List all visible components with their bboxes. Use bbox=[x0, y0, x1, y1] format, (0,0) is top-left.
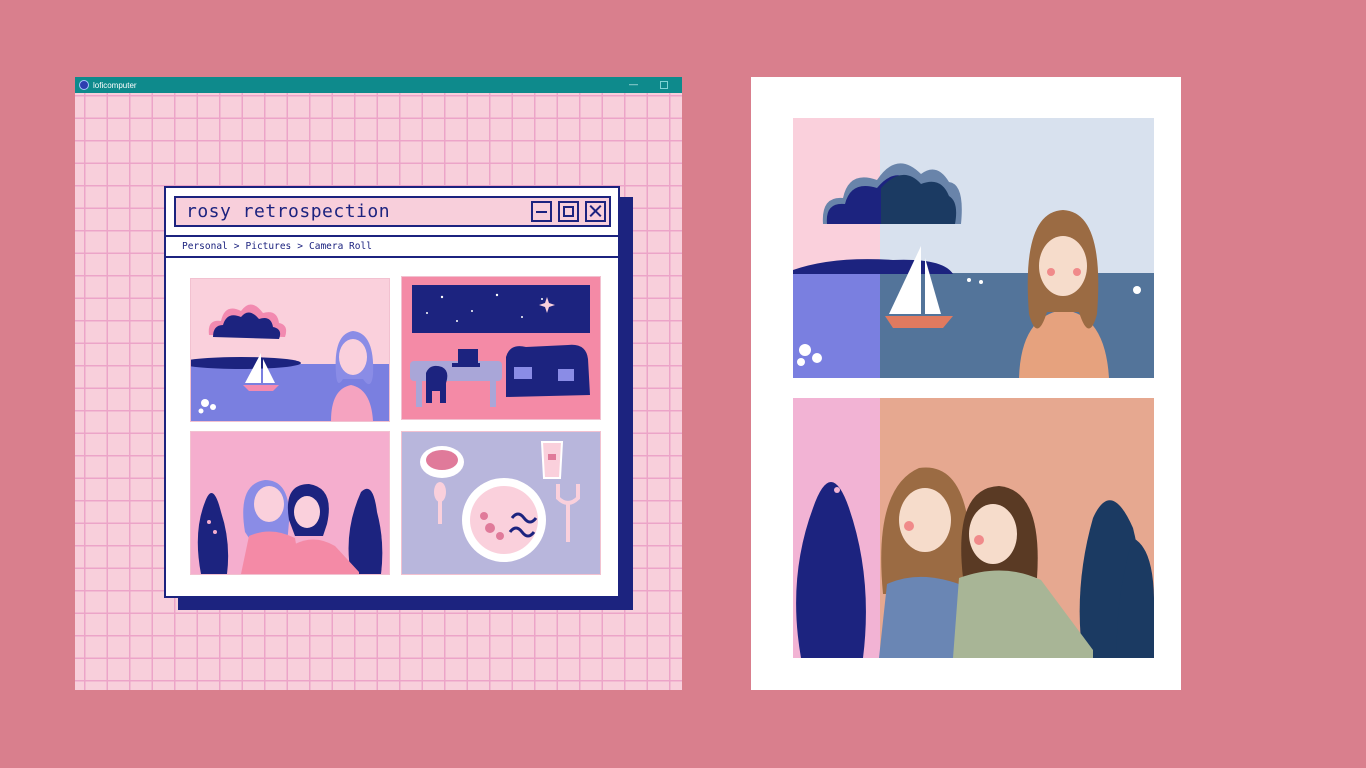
thumbnail-sailboat-woman[interactable] bbox=[191, 279, 389, 421]
sailboat-lake-woman-image bbox=[191, 279, 389, 421]
desktop-window: loficomputer — rosy retrospection Person… bbox=[75, 77, 682, 690]
retro-window: rosy retrospection Personal > Pictures >… bbox=[164, 186, 620, 598]
breadcrumb-camera-roll[interactable]: Camera Roll bbox=[309, 241, 372, 252]
photo-friends bbox=[793, 398, 1154, 658]
close-button[interactable] bbox=[585, 201, 606, 222]
maximize-button[interactable] bbox=[558, 201, 579, 222]
thumbnail-dinner[interactable] bbox=[402, 432, 600, 574]
os-maximize-button[interactable] bbox=[660, 81, 668, 89]
breadcrumb-separator: > bbox=[297, 241, 303, 252]
photo-sailboat bbox=[793, 118, 1154, 378]
os-minimize-button[interactable]: — bbox=[629, 79, 638, 89]
dinner-table-image bbox=[402, 432, 600, 574]
app-icon bbox=[79, 80, 89, 90]
retro-titlebar[interactable]: rosy retrospection bbox=[174, 196, 611, 227]
friends-hugging-photo bbox=[793, 398, 1154, 658]
os-titlebar[interactable]: loficomputer — bbox=[75, 77, 682, 93]
breadcrumb: Personal > Pictures > Camera Roll bbox=[182, 241, 372, 252]
night-sky-living-room-image bbox=[402, 277, 600, 419]
minimize-button[interactable] bbox=[531, 201, 552, 222]
breadcrumb-personal[interactable]: Personal bbox=[182, 241, 228, 252]
divider bbox=[166, 235, 618, 237]
friends-hugging-image bbox=[191, 432, 389, 574]
thumbnail-friends[interactable] bbox=[191, 432, 389, 574]
thumbnail-living-room[interactable] bbox=[402, 277, 600, 419]
photo-frame bbox=[751, 77, 1181, 690]
breadcrumb-separator: > bbox=[233, 241, 240, 252]
retro-window-title: rosy retrospection bbox=[186, 201, 391, 222]
os-window-title: loficomputer bbox=[93, 80, 137, 90]
sailboat-lake-woman-photo bbox=[793, 118, 1154, 378]
breadcrumb-pictures[interactable]: Pictures bbox=[246, 241, 292, 252]
divider bbox=[166, 256, 618, 258]
